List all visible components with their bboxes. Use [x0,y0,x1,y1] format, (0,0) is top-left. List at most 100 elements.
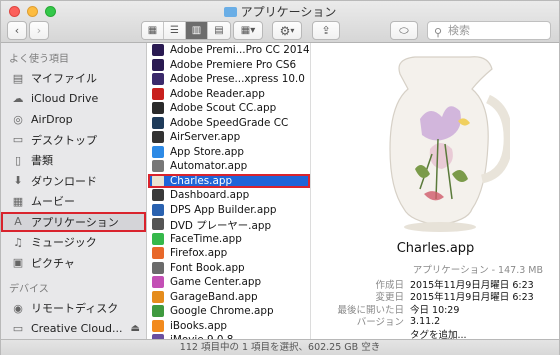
file-name: AirServer.app [170,131,241,144]
file-name: iBooks.app [170,319,228,332]
list-view-icon[interactable]: ☰ [164,22,186,39]
search-icon: ⚲ [434,26,443,39]
pictures-icon: ▣ [12,256,24,270]
sidebar-item[interactable]: ☁ iCloud Drive [1,89,146,110]
window-title: アプリケーション [1,3,559,20]
app-icon [152,102,164,115]
sidebar-item[interactable]: ♫ ミュージック [1,232,146,253]
file-name: Adobe SpeedGrade CC [170,116,289,129]
file-row[interactable]: iBooks.app [148,319,310,334]
arrange-button[interactable]: ▦▾ [233,21,263,40]
view-mode-group: ▦ ☰ ▥ ▤ [141,21,231,40]
app-icon [152,261,164,274]
info-row: 作成日 2015年11月9日月曜日 6:23 [312,278,559,291]
app-icon [152,131,164,144]
file-row[interactable]: Adobe Reader.app [148,87,310,102]
tags-button[interactable]: ⬭ [390,21,418,40]
file-row[interactable]: Google Chrome.app [148,304,310,319]
info-row: バージョン 3.11.2 [312,315,559,329]
app-icon [152,290,164,303]
eject-icon[interactable]: ⏏ [131,323,140,334]
file-name: Adobe Scout CC.app [170,102,277,115]
finder-window: アプリケーション ‹ › ▦ ☰ ▥ ▤ ▦▾ ⚙ ▾ ⇪ ⬭ ⚲ 検索 よく使う… [0,0,560,355]
file-row[interactable]: Charles.app [148,173,310,188]
share-icon: ⇪ [321,24,331,37]
app-icon [152,44,164,57]
document-icon: ▯ [14,153,22,167]
file-row[interactable]: AirServer.app [148,130,310,145]
app-icon [152,58,164,71]
info-row: 変更日 2015年11月9日月曜日 6:23 [312,290,559,303]
app-icon [152,305,164,318]
share-button[interactable]: ⇪ [312,21,340,40]
sidebar-item-label: iCloud Drive [31,92,99,106]
sidebar-item[interactable]: ▭ デスクトップ [1,130,146,151]
music-icon: ♫ [13,235,23,249]
sidebar-item[interactable]: ⬇ ダウンロード [1,171,146,192]
preview-pane: Charles.app アプリケーション - 147.3 MB 作成日 2015年… [312,43,559,341]
file-row[interactable]: Adobe Scout CC.app [148,101,310,116]
file-name: Google Chrome.app [170,305,274,318]
file-row[interactable]: Game Center.app [148,275,310,290]
file-row[interactable]: Dashboard.app [148,188,310,203]
file-row[interactable]: Font Book.app [148,261,310,276]
sidebar-item-label: 書類 [31,154,53,168]
sidebar-item-label: ダウンロード [31,174,97,188]
sidebar-item-label: ミュージック [31,236,97,250]
column-view-icon[interactable]: ▥ [186,22,208,39]
file-row[interactable]: Adobe Prese...xpress 10.0 [148,72,310,87]
file-name: Adobe Prese...xpress 10.0 [170,73,305,86]
sidebar-item[interactable]: ▯ 書類 [1,150,146,171]
app-icon [152,87,164,100]
favorites-list: ▤ マイファイル ☁ iCloud Drive ◎ AirDrop ▭ デスクトップ ▯ 書類 ⬇ ダ… [1,68,146,273]
file-row[interactable]: GarageBand.app [148,290,310,305]
coverflow-view-icon[interactable]: ▤ [208,22,230,39]
action-button[interactable]: ⚙ ▾ [272,21,302,40]
sidebar-item[interactable]: ▦ ムービー [1,191,146,212]
sidebar-devices-header: デバイス [9,284,49,295]
sidebar-favorites-header: よく使う項目 [9,54,69,65]
sidebar-item-label: デスクトップ [31,133,97,147]
info-key: バージョン [356,317,404,329]
status-bar: 112 項目中の 1 項目を選択、602.25 GB 空き [1,339,559,355]
file-row[interactable]: DVD プレーヤー.app [148,217,310,232]
app-icon [152,247,164,260]
file-row[interactable]: Firefox.app [148,246,310,261]
sidebar-item-label: アプリケーション [31,215,119,229]
preview-app-name: Charles.app [396,241,475,256]
file-name: Dashboard.app [170,189,250,202]
sidebar: よく使う項目 ▤ マイファイル ☁ iCloud Drive ◎ AirDrop ▭ デスクト… [1,43,147,339]
all-files-icon: ▤ [12,71,24,85]
sidebar-item[interactable]: ▤ マイファイル [1,68,146,89]
sidebar-item[interactable]: ▣ ピクチャ [1,253,146,274]
icon-view-icon[interactable]: ▦ [142,22,164,39]
info-row: 最後に開いた日 今日 10:29 [312,303,559,316]
cloud-icon: ☁ [12,92,24,106]
file-row[interactable]: Adobe SpeedGrade CC [148,116,310,131]
file-name: Adobe Premi...Pro CC 2014 [170,44,310,57]
file-name: Adobe Premiere Pro CS6 [170,58,297,71]
file-row[interactable]: DPS App Builder.app [148,203,310,218]
file-row[interactable]: Adobe Premiere Pro CS6 [148,58,310,73]
sidebar-item-label: AirDrop [31,112,73,126]
file-row[interactable]: FaceTime.app [148,232,310,247]
file-row[interactable]: App Store.app [148,145,310,160]
app-icon [152,276,164,289]
sidebar-item-label: マイファイル [31,72,97,86]
file-name: Font Book.app [170,261,245,274]
file-row[interactable]: Adobe Premi...Pro CC 2014 [148,43,310,58]
folder-icon [223,7,237,17]
sidebar-item[interactable]: ▭ Creative Cloud... ⏏ [1,319,146,340]
info-value: 3.11.2 [410,315,441,327]
app-icon [152,73,164,86]
back-button[interactable]: ‹ [7,21,27,40]
sidebar-item[interactable]: A アプリケーション [1,211,146,232]
file-name: Automator.app [170,160,248,173]
info-value: 今日 10:29 [410,304,460,316]
search-input[interactable]: ⚲ 検索 [427,21,551,40]
sidebar-item[interactable]: ◎ AirDrop [1,109,146,130]
file-row[interactable]: Automator.app [148,159,310,174]
forward-button[interactable]: › [29,21,49,40]
app-icon [152,232,164,245]
sidebar-item[interactable]: ◉ リモートディスク [1,298,146,319]
